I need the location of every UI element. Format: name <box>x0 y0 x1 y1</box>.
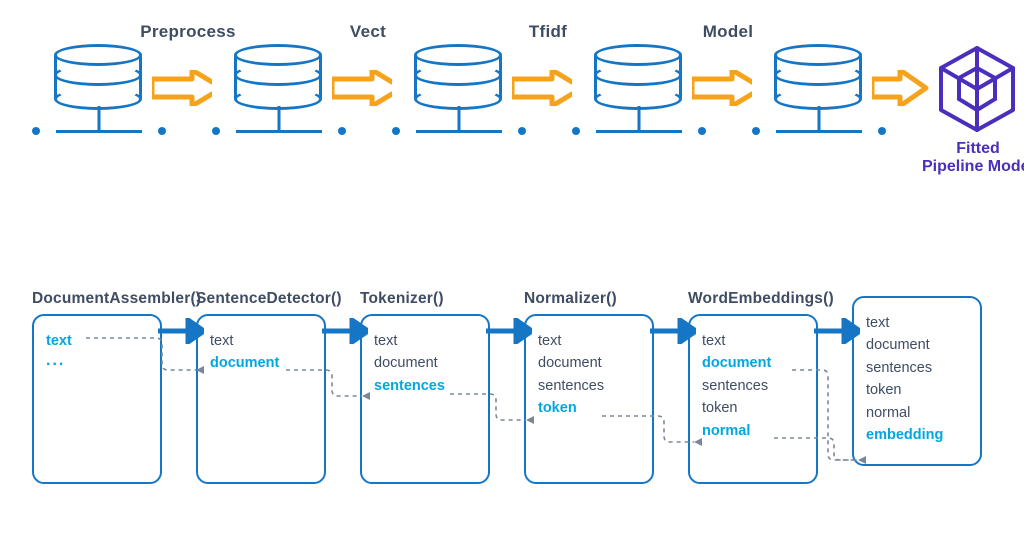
db-icon <box>774 40 864 102</box>
stage-card: text document sentences token <box>524 314 654 484</box>
flow-arrow-icon <box>486 318 532 344</box>
top-stage-label-vect: Vect <box>298 22 438 42</box>
stage-card: text ... <box>32 314 162 484</box>
top-stage-label-model: Model <box>658 22 798 42</box>
arrow-icon <box>872 70 932 106</box>
cube-icon <box>936 44 1018 136</box>
stage-title: DocumentAssembler() <box>32 290 182 308</box>
col-output: embedding <box>866 424 968 446</box>
stage-card: text document <box>196 314 326 484</box>
col: text <box>210 330 312 352</box>
top-stage-label-preprocess: Preprocess <box>118 22 258 42</box>
col-output: token <box>538 397 640 419</box>
col: document <box>538 352 640 374</box>
col: text <box>374 330 476 352</box>
top-stage-label-tfidf: Tfidf <box>478 22 618 42</box>
col: sentences <box>538 375 640 397</box>
col: token <box>702 397 804 419</box>
arrow-icon <box>332 70 392 106</box>
stage-card: text document sentences <box>360 314 490 484</box>
col: document <box>374 352 476 374</box>
col: document <box>866 334 968 356</box>
col: text <box>702 330 804 352</box>
stage-title: WordEmbeddings() <box>688 290 838 308</box>
stage-title: Tokenizer() <box>360 290 510 308</box>
col: sentences <box>866 357 968 379</box>
db-icon <box>594 40 684 102</box>
col-output: normal <box>702 420 804 442</box>
flow-arrow-icon <box>158 318 204 344</box>
col: token <box>866 379 968 401</box>
stage-result: text document sentences token normal emb… <box>852 290 1002 466</box>
col: normal <box>866 402 968 424</box>
col-output: sentences <box>374 375 476 397</box>
col-output: document <box>210 352 312 374</box>
col: text <box>866 312 968 334</box>
fitted-pipeline-caption: Fitted Pipeline Model <box>910 140 1024 176</box>
db-icon <box>54 40 144 102</box>
col: text <box>538 330 640 352</box>
flow-arrow-icon <box>322 318 368 344</box>
fitted-line2: Pipeline Model <box>910 158 1024 176</box>
stage-card: text document sentences token normal emb… <box>852 296 982 466</box>
arrow-icon <box>152 70 212 106</box>
db-icon <box>414 40 504 102</box>
col: sentences <box>702 375 804 397</box>
stage-title: Normalizer() <box>524 290 674 308</box>
ellipsis: ... <box>46 352 148 370</box>
arrow-icon <box>512 70 572 106</box>
arrow-icon <box>692 70 752 106</box>
fitted-line1: Fitted <box>910 140 1024 158</box>
col-output: text <box>46 330 148 352</box>
stage-title: SentenceDetector() <box>196 290 346 308</box>
col-input: document <box>702 352 804 374</box>
flow-arrow-icon <box>650 318 696 344</box>
flow-arrow-icon <box>814 318 860 344</box>
stage-card: text document sentences token normal <box>688 314 818 484</box>
top-pipeline: Preprocess Vect Tfidf Model <box>54 40 994 220</box>
db-icon <box>234 40 324 102</box>
